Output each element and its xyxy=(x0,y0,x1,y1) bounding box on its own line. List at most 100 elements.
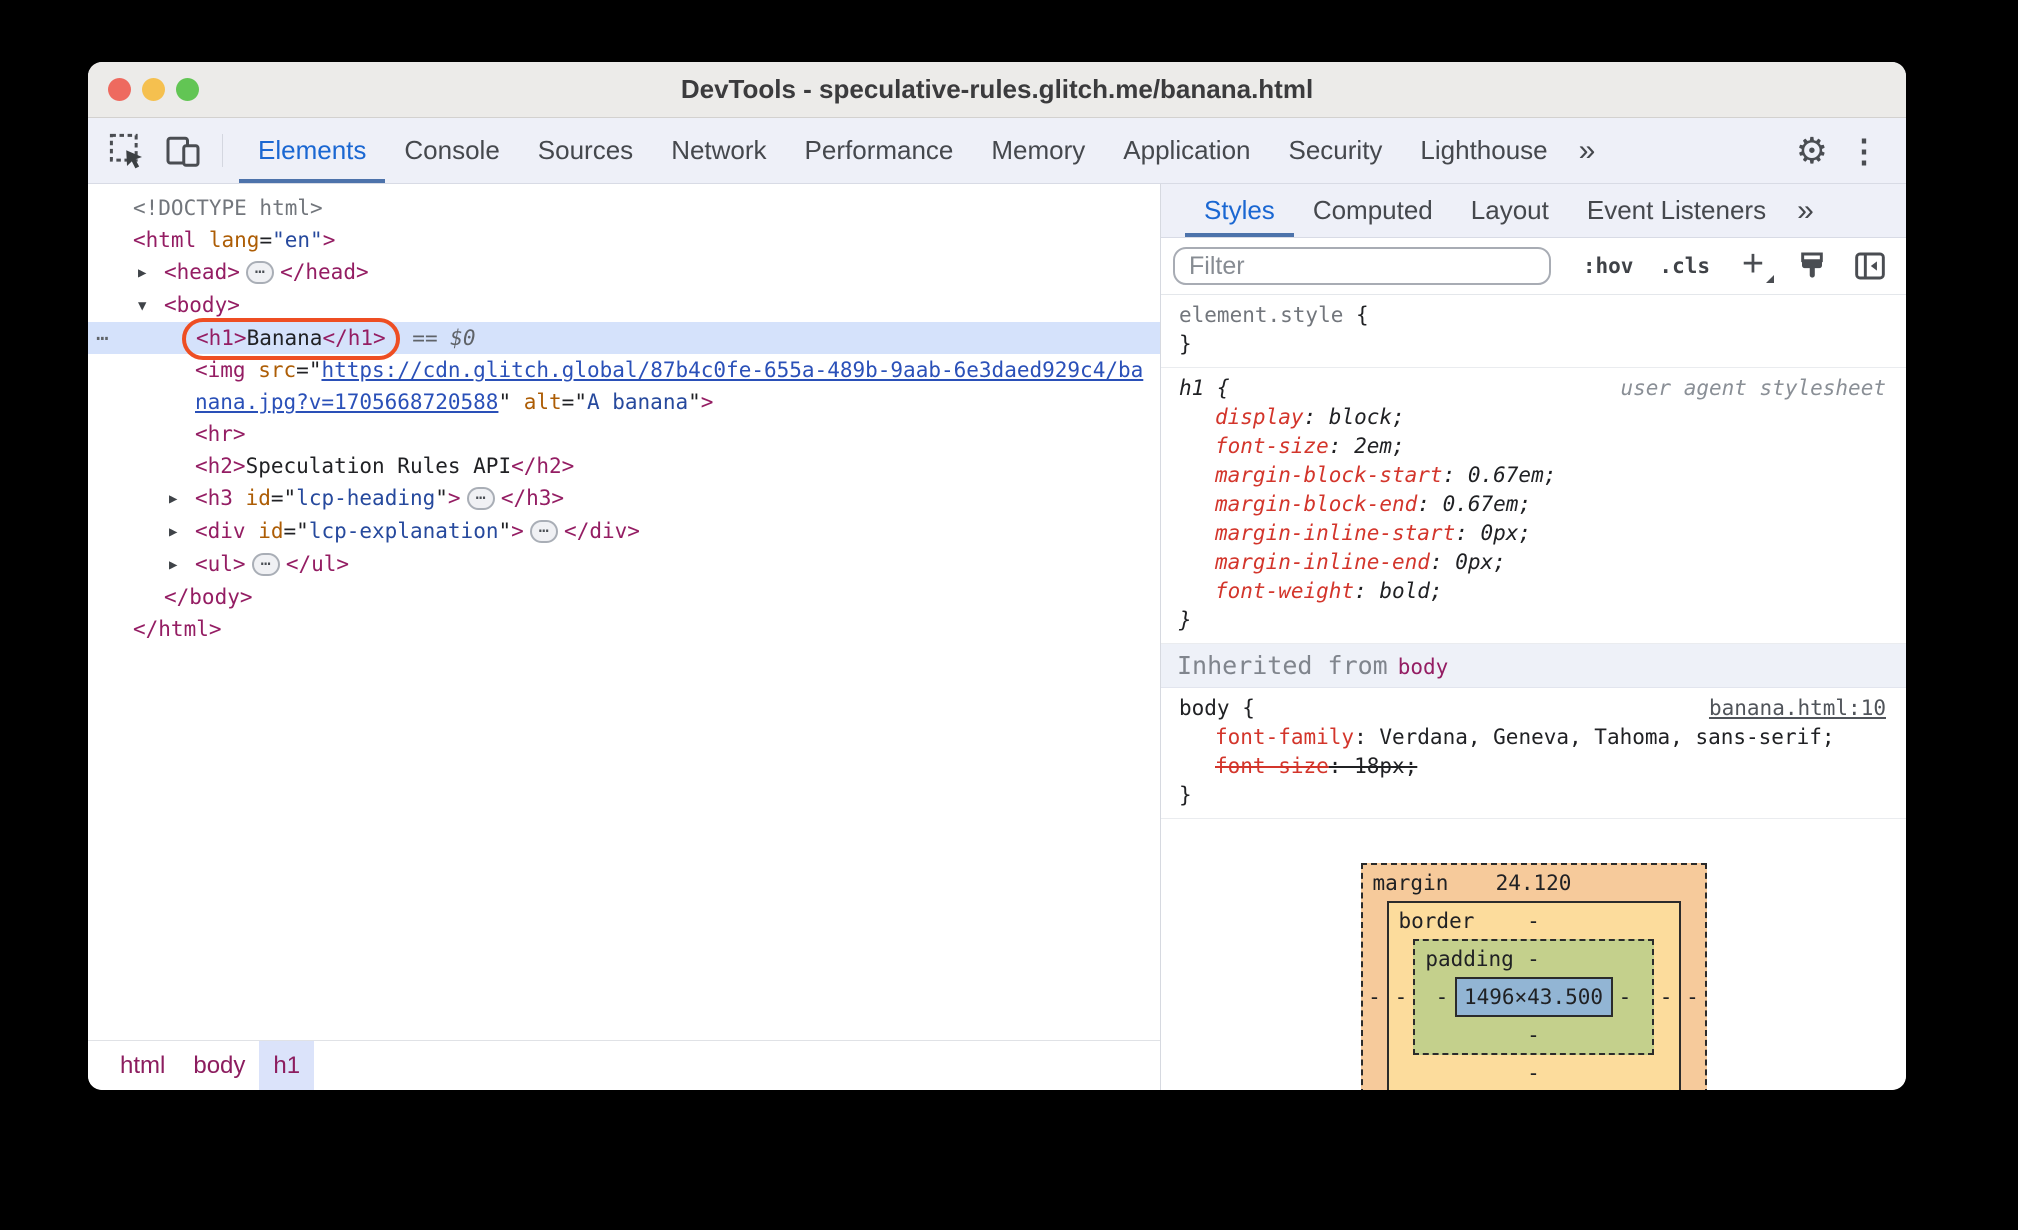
style-line[interactable]: font-size: 2em; xyxy=(1175,432,1892,461)
tab-sources[interactable]: Sources xyxy=(519,118,652,183)
style-line[interactable]: margin-inline-end: 0px; xyxy=(1175,548,1892,577)
box-model-border[interactable]: border - - padding - - 1496×43.500 - - -… xyxy=(1386,901,1681,1090)
code-segment: ⋯ xyxy=(529,520,559,543)
inspect-cursor-icon xyxy=(109,133,145,169)
tab-memory[interactable]: Memory xyxy=(972,118,1104,183)
toggle-sidebar-button[interactable] xyxy=(1854,250,1886,282)
more-sidebar-tabs-chevron-icon[interactable]: » xyxy=(1785,184,1826,237)
breadcrumb: html body h1 xyxy=(88,1040,1160,1090)
margin-right-value[interactable]: - xyxy=(1681,985,1705,1009)
dom-tree-line[interactable]: ▶ <ul> ⋯ </ul> xyxy=(88,548,1160,581)
margin-top-value[interactable]: 24.120 xyxy=(1363,865,1705,901)
tab-computed[interactable]: Computed xyxy=(1294,184,1452,237)
padding-right-value[interactable]: - xyxy=(1613,985,1638,1009)
style-line[interactable]: } xyxy=(1175,606,1892,635)
maximize-button[interactable] xyxy=(176,78,199,101)
rendering-brush-button[interactable] xyxy=(1796,250,1828,282)
style-line[interactable]: } xyxy=(1175,781,1892,810)
border-left-value[interactable]: - xyxy=(1389,985,1414,1009)
settings-gear-icon[interactable]: ⚙ xyxy=(1796,132,1828,169)
breadcrumb-item-body[interactable]: body xyxy=(179,1041,259,1090)
breadcrumb-item-h1[interactable]: h1 xyxy=(259,1041,315,1090)
tab-console[interactable]: Console xyxy=(385,118,518,183)
border-top-value[interactable]: - xyxy=(1389,903,1679,939)
tab-performance[interactable]: Performance xyxy=(786,118,973,183)
margin-left-value[interactable]: - xyxy=(1363,985,1387,1009)
new-style-rule-button[interactable]: + xyxy=(1736,245,1774,285)
code-segment: = xyxy=(259,228,273,252)
titlebar: DevTools - speculative-rules.glitch.me/b… xyxy=(88,62,1906,118)
pseudo-class-hov-button[interactable]: :hov xyxy=(1583,254,1634,278)
padding-top-value[interactable]: - xyxy=(1415,941,1651,977)
close-button[interactable] xyxy=(108,78,131,101)
dom-tree-line[interactable]: <html lang="en"> xyxy=(88,224,1160,256)
tab-layout[interactable]: Layout xyxy=(1452,184,1568,237)
style-line[interactable]: font-weight: bold; xyxy=(1175,577,1892,606)
code-segment: ⋯ xyxy=(96,326,109,350)
code-segment: " xyxy=(435,486,448,510)
border-right-value[interactable]: - xyxy=(1654,985,1679,1009)
box-model-padding[interactable]: padding - - 1496×43.500 - - xyxy=(1413,939,1654,1055)
style-line[interactable]: font-size: 18px; xyxy=(1175,752,1892,781)
tab-application[interactable]: Application xyxy=(1104,118,1269,183)
dom-tree-line[interactable]: <h2>Speculation Rules API</h2> xyxy=(88,450,1160,482)
device-toolbar-button[interactable] xyxy=(162,130,204,172)
customize-menu-dots-icon[interactable]: ⋮ xyxy=(1848,135,1880,167)
code-segment: banana.html:10 xyxy=(1708,696,1886,720)
border-bottom-value[interactable]: - xyxy=(1389,1055,1679,1090)
box-model-content[interactable]: 1496×43.500 xyxy=(1454,977,1613,1017)
dom-tree-line[interactable]: nana.jpg?v=1705668720588" alt="A banana"… xyxy=(88,386,1160,418)
tab-styles[interactable]: Styles xyxy=(1185,184,1294,237)
tab-elements[interactable]: Elements xyxy=(239,118,386,183)
code-segment: > xyxy=(511,519,524,543)
padding-bottom-value[interactable]: - xyxy=(1415,1017,1651,1053)
code-segment: font-weight xyxy=(1215,579,1355,603)
tab-event-listeners[interactable]: Event Listeners xyxy=(1568,184,1785,237)
style-line[interactable]: banana.html:10 body { xyxy=(1175,694,1892,723)
dom-tree-line[interactable]: <!DOCTYPE html> xyxy=(88,192,1160,224)
code-segment: <h1> xyxy=(196,326,247,350)
style-line[interactable]: user agent stylesheet h1 { xyxy=(1175,374,1892,403)
dom-tree-line[interactable]: </body> xyxy=(88,581,1160,613)
dom-tree-line[interactable]: <hr> xyxy=(88,418,1160,450)
code-segment: element.style xyxy=(1179,303,1344,327)
code-segment: ▼ xyxy=(138,298,147,314)
breadcrumb-item-html[interactable]: html xyxy=(106,1041,179,1090)
style-line[interactable]: element.style { xyxy=(1175,301,1892,330)
content-size-value: 1496×43.500 xyxy=(1463,985,1604,1009)
tab-security[interactable]: Security xyxy=(1270,118,1402,183)
filter-input[interactable] xyxy=(1173,247,1551,285)
style-line[interactable]: font-family: Verdana, Geneva, Tahoma, sa… xyxy=(1175,723,1892,752)
more-panels-chevron-icon[interactable]: » xyxy=(1567,118,1608,183)
style-line[interactable]: margin-block-start: 0.67em; xyxy=(1175,461,1892,490)
dom-tree-line[interactable]: ▶ <div id="lcp-explanation"> ⋯ </div> xyxy=(88,515,1160,548)
inherited-from-link[interactable]: body xyxy=(1398,655,1449,679)
padding-left-value[interactable]: - xyxy=(1430,985,1455,1009)
class-toggle-cls-button[interactable]: .cls xyxy=(1659,254,1710,278)
dom-tree-line[interactable]: ▶ <head> ⋯ </head> xyxy=(88,256,1160,289)
inspect-element-button[interactable] xyxy=(106,130,148,172)
tab-network[interactable]: Network xyxy=(652,118,785,183)
minimize-button[interactable] xyxy=(142,78,165,101)
dom-tree: <!DOCTYPE html> <html lang="en"> ▶ <head> ⋯ <… xyxy=(88,184,1160,1040)
code-segment: body { xyxy=(1179,696,1255,720)
style-line[interactable]: margin-block-end: 0.67em; xyxy=(1175,490,1892,519)
style-line[interactable]: display: block; xyxy=(1175,403,1892,432)
dom-tree-line[interactable]: </html> xyxy=(88,613,1160,645)
dom-tree-line[interactable]: <img src="https://cdn.glitch.global/87b4… xyxy=(88,354,1160,386)
code-segment: =" xyxy=(296,358,322,382)
code-segment: </h1> xyxy=(322,326,386,350)
code-segment: : 0px; xyxy=(1455,521,1532,545)
dom-tree-line[interactable]: ⋯ <h1>Banana</h1> == $0 xyxy=(88,318,1160,360)
box-model-margin[interactable]: margin 24.120 - border - - padding - - 1… xyxy=(1360,863,1707,1090)
code-segment: </html> xyxy=(133,617,222,641)
dom-tree-line[interactable]: ▶ <h3 id="lcp-heading"> ⋯ </h3> xyxy=(88,482,1160,515)
code-segment: : 0.67em; xyxy=(1417,492,1532,516)
code-segment: font-size xyxy=(1215,434,1329,458)
style-line[interactable]: margin-inline-start: 0px; xyxy=(1175,519,1892,548)
tab-lighthouse[interactable]: Lighthouse xyxy=(1401,118,1566,183)
style-line[interactable]: } xyxy=(1175,330,1892,359)
code-segment: </head> xyxy=(280,260,369,284)
code-segment: { xyxy=(1343,303,1369,327)
